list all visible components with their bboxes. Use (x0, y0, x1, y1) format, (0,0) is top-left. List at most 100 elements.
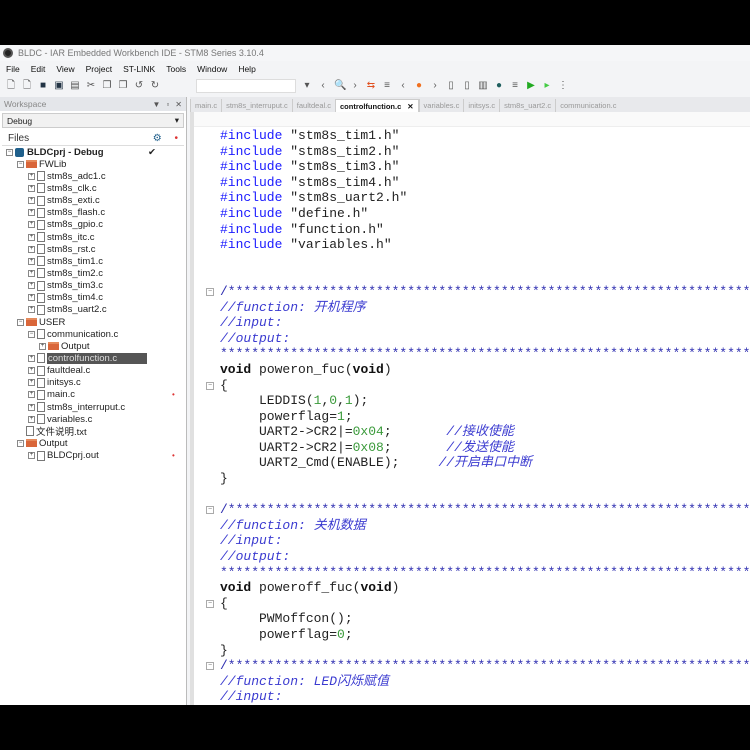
close-icon[interactable]: ✕ (175, 100, 182, 109)
expand-icon[interactable]: + (28, 209, 35, 217)
library-icon[interactable]: ▥ (478, 80, 488, 91)
redo-icon[interactable]: ↻ (150, 80, 160, 91)
expand-icon[interactable]: + (28, 257, 35, 265)
expand-icon[interactable]: + (28, 184, 35, 192)
print-icon[interactable]: ▤ (70, 80, 80, 91)
tree-item[interactable]: + stm8s_tim1.c (2, 255, 186, 267)
undo-icon[interactable]: ↺ (134, 80, 144, 91)
debug-bug-icon[interactable]: ● (414, 80, 424, 91)
find-icon[interactable]: 🔍 (334, 80, 346, 91)
expand-icon[interactable]: + (28, 452, 35, 460)
make-icon[interactable]: ▯ (462, 80, 472, 91)
expand-icon[interactable]: + (28, 403, 35, 411)
options-icon[interactable]: ≡ (510, 80, 520, 91)
tree-item[interactable]: + stm8s_uart2.c (2, 304, 186, 316)
tree-item[interactable]: − FWLib (2, 158, 186, 170)
fold-toggle-icon[interactable]: − (206, 662, 214, 671)
expand-icon[interactable]: + (28, 391, 35, 399)
tree-item[interactable]: + stm8s_clk.c (2, 182, 186, 194)
tree-item[interactable]: − communication.c (2, 328, 186, 340)
next-icon[interactable]: › (430, 80, 440, 91)
tree-item[interactable]: + stm8s_interruput.c (2, 401, 186, 413)
tab-communication-c[interactable]: communication.c (555, 99, 620, 112)
tree-item[interactable]: + variables.c (2, 413, 186, 425)
tree-item[interactable]: + stm8s_tim4.c (2, 292, 186, 304)
expand-icon[interactable]: + (28, 294, 35, 302)
find-dropdown-icon[interactable]: ▾ (302, 80, 312, 91)
new-file-icon[interactable]: 🗋 (6, 80, 16, 91)
tree-item[interactable]: + stm8s_flash.c (2, 207, 186, 219)
tree-item[interactable]: + stm8s_adc1.c (2, 170, 186, 182)
debug-no-download-icon[interactable]: ▸ (542, 80, 552, 91)
menu-item-edit[interactable]: Edit (31, 64, 46, 74)
tree-item[interactable]: + stm8s_rst.c (2, 243, 186, 255)
expand-icon[interactable]: + (28, 233, 35, 241)
save-all-icon[interactable]: ▣ (54, 80, 64, 91)
menu-item-help[interactable]: Help (238, 64, 255, 74)
expand-icon[interactable]: + (28, 306, 35, 314)
paste-icon[interactable]: ❐ (118, 80, 128, 91)
tree-item[interactable]: + BLDCprj.out • (2, 450, 186, 462)
expand-icon[interactable]: + (39, 342, 46, 350)
expand-icon[interactable]: + (28, 221, 35, 229)
menu-item-window[interactable]: Window (197, 64, 227, 74)
copy-icon[interactable]: ❐ (102, 80, 112, 91)
stop-build-icon[interactable]: ● (494, 80, 504, 91)
expand-icon[interactable]: + (28, 354, 35, 362)
tree-item[interactable]: + stm8s_gpio.c (2, 219, 186, 231)
collapse-icon[interactable]: − (6, 148, 13, 156)
tree-item[interactable]: + stm8s_tim3.c (2, 280, 186, 292)
menu-item-st-link[interactable]: ST-LINK (123, 64, 155, 74)
expand-icon[interactable]: + (28, 282, 35, 290)
toolbar-more-icon[interactable]: ⋮ (558, 80, 568, 91)
find-combo[interactable] (196, 78, 296, 93)
expand-icon[interactable]: + (28, 379, 35, 387)
expand-icon[interactable]: + (28, 415, 35, 423)
menu-item-project[interactable]: Project (86, 64, 112, 74)
tree-item[interactable]: − USER (2, 316, 186, 328)
nav-forward-icon[interactable]: › (350, 80, 360, 91)
compile-icon[interactable]: ▯ (446, 80, 456, 91)
fold-toggle-icon[interactable]: − (206, 287, 214, 296)
code-editor[interactable]: #include "stm8s_tim1.h" #include "stm8s_t… (190, 112, 750, 705)
expand-icon[interactable]: + (28, 197, 35, 205)
prev-icon[interactable]: ‹ (398, 80, 408, 91)
expand-icon[interactable]: + (28, 245, 35, 253)
tab-initsys-c[interactable]: initsys.c (463, 99, 499, 112)
dropdown-icon[interactable]: ▼ (153, 100, 161, 109)
fold-toggle-icon[interactable]: − (206, 506, 214, 515)
expand-icon[interactable]: + (28, 367, 35, 375)
tree-item[interactable]: + stm8s_exti.c (2, 195, 186, 207)
pin-icon[interactable]: ▫ (166, 100, 169, 109)
menu-item-file[interactable]: File (6, 64, 20, 74)
toggle-bookmark-icon[interactable]: ⇆ (366, 80, 376, 91)
nav-back-icon[interactable]: ‹ (318, 80, 328, 91)
tree-item[interactable]: + faultdeal.c (2, 365, 186, 377)
tree-item[interactable]: − Output (2, 437, 186, 449)
expand-icon[interactable]: + (28, 269, 35, 277)
fold-toggle-icon[interactable]: − (206, 599, 214, 608)
menu-item-tools[interactable]: Tools (166, 64, 186, 74)
cut-icon[interactable]: ✂ (86, 80, 96, 91)
tree-item[interactable]: + main.c • (2, 389, 186, 401)
expand-icon[interactable]: + (28, 172, 35, 180)
collapse-icon[interactable]: − (17, 160, 24, 168)
menu-item-view[interactable]: View (56, 64, 74, 74)
open-icon[interactable]: 🗋 (22, 80, 32, 91)
tab-controlfunction-c[interactable]: controlfunction.c ✕ (335, 99, 419, 112)
fold-toggle-icon[interactable]: − (206, 381, 214, 390)
tree-item[interactable]: + controlfunction.c (2, 352, 186, 364)
download-debug-icon[interactable]: ▶ (526, 80, 536, 91)
collapse-icon[interactable]: − (17, 439, 24, 447)
tab-main-c[interactable]: main.c (190, 99, 221, 112)
save-icon[interactable]: ■ (38, 80, 48, 91)
tab-stm8s_interruput-c[interactable]: stm8s_interruput.c (221, 99, 292, 112)
tab-stm8s_uart2-c[interactable]: stm8s_uart2.c (499, 99, 555, 112)
gear-icon[interactable]: ⚙ (153, 133, 162, 144)
tree-item[interactable]: + initsys.c (2, 377, 186, 389)
tab-faultdeal-c[interactable]: faultdeal.c (291, 99, 335, 112)
tree-item[interactable]: − BLDCprj - Debug ✔ (2, 146, 186, 158)
tree-item[interactable]: + stm8s_tim2.c (2, 267, 186, 279)
tree-item[interactable]: + Output (2, 340, 186, 352)
tree-item[interactable]: + stm8s_itc.c (2, 231, 186, 243)
